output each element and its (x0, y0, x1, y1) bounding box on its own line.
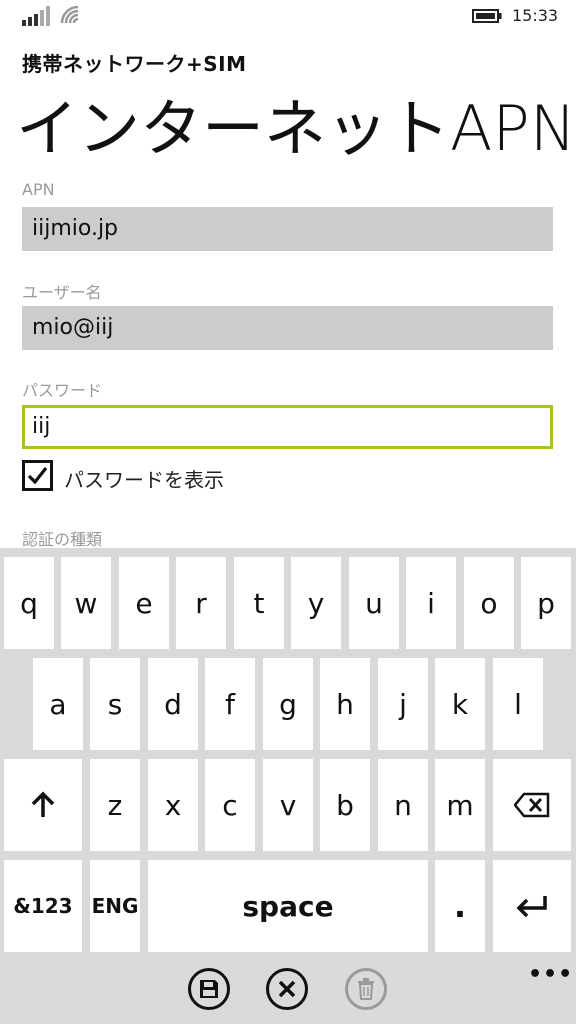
key-w[interactable]: w (61, 557, 111, 649)
more-button[interactable]: ••• (528, 962, 573, 987)
key-v[interactable]: v (263, 759, 313, 851)
enter-icon (516, 896, 547, 918)
checkmark-icon (27, 467, 48, 485)
key-o[interactable]: o (464, 557, 514, 649)
show-password-checkbox[interactable] (22, 460, 53, 491)
backspace-key[interactable] (493, 759, 571, 851)
key-z[interactable]: z (90, 759, 140, 851)
status-bar: 15:33 (0, 0, 576, 34)
key-u[interactable]: u (349, 557, 399, 649)
key-r[interactable]: r (176, 557, 226, 649)
wifi-icon (60, 5, 79, 24)
username-label: ユーザー名 (22, 283, 102, 302)
space-key[interactable]: space (148, 860, 428, 952)
key-t[interactable]: t (234, 557, 284, 649)
key-g[interactable]: g (263, 658, 313, 750)
key-p[interactable]: p (521, 557, 571, 649)
username-field[interactable]: mio@iij (22, 306, 553, 350)
key-y[interactable]: y (291, 557, 341, 649)
period-key[interactable]: . (435, 860, 485, 952)
page-title: インターネットAPN (16, 92, 576, 165)
key-f[interactable]: f (205, 658, 255, 750)
password-label: パスワード (22, 381, 103, 400)
key-k[interactable]: k (435, 658, 485, 750)
key-i[interactable]: i (406, 557, 456, 649)
key-b[interactable]: b (320, 759, 370, 851)
key-h[interactable]: h (320, 658, 370, 750)
apn-label: APN (22, 180, 55, 199)
cancel-button[interactable] (266, 968, 308, 1010)
key-x[interactable]: x (148, 759, 198, 851)
shift-icon (31, 791, 55, 817)
key-j[interactable]: j (378, 658, 428, 750)
enter-key[interactable] (493, 860, 571, 952)
save-icon (200, 980, 218, 998)
auth-type-label: 認証の種類 (22, 530, 103, 549)
password-field[interactable]: iij (22, 405, 553, 449)
key-a[interactable]: a (33, 658, 83, 750)
key-n[interactable]: n (378, 759, 428, 851)
app-bar: ••• (0, 954, 576, 1024)
battery-icon (472, 9, 502, 23)
key-m[interactable]: m (435, 759, 485, 851)
save-button[interactable] (188, 968, 230, 1010)
signal-icon (22, 6, 50, 26)
clock: 15:33 (512, 6, 559, 25)
apn-field[interactable]: iijmio.jp (22, 207, 553, 251)
language-key[interactable]: ENG (90, 860, 140, 952)
delete-icon (358, 978, 374, 1000)
key-c[interactable]: c (205, 759, 255, 851)
backspace-icon (514, 792, 550, 818)
onscreen-keyboard: q w e r t y u i o p a s d f g h j k l z … (0, 548, 576, 1024)
numbers-key[interactable]: &123 (4, 860, 82, 952)
key-s[interactable]: s (90, 658, 140, 750)
key-d[interactable]: d (148, 658, 198, 750)
key-e[interactable]: e (119, 557, 169, 649)
shift-key[interactable] (4, 759, 82, 851)
show-password-label[interactable]: パスワードを表示 (64, 464, 224, 493)
section-title: 携帯ネットワーク+SIM (22, 52, 247, 76)
key-q[interactable]: q (4, 557, 54, 649)
key-l[interactable]: l (493, 658, 543, 750)
cancel-icon (278, 980, 296, 998)
delete-button[interactable] (345, 968, 387, 1010)
